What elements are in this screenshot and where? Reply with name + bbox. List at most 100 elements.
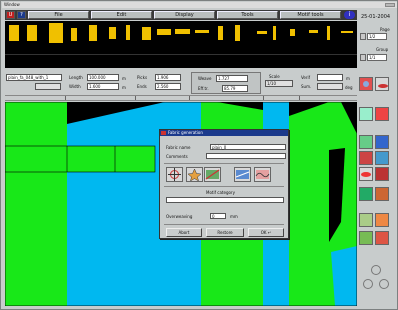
page-field[interactable]: 1/2 (367, 33, 387, 40)
motif-block[interactable] (71, 28, 77, 41)
motif-block[interactable] (142, 27, 151, 40)
rotate-icon[interactable] (359, 167, 373, 181)
motif-block[interactable] (175, 29, 190, 34)
group-field[interactable]: 1/1 (367, 54, 387, 61)
motif-block[interactable] (290, 29, 295, 36)
verif-label: Verif (301, 75, 311, 80)
page-label: Page (380, 27, 390, 32)
fabric-generation-dialog: Fabric generation Fabric name plain_0 Co… (159, 129, 289, 239)
length-field[interactable]: 100.000 (87, 74, 119, 81)
enter-arrow-icon: ↵ (267, 230, 272, 235)
picks-field[interactable]: 1.906 (155, 74, 181, 81)
ends-label: Ends (137, 84, 147, 89)
sum-label: Sum. (301, 84, 312, 89)
group-spin-down[interactable] (360, 54, 366, 61)
motif-strip-bottom (5, 54, 357, 68)
motif-block[interactable] (109, 27, 116, 39)
motif-category-field[interactable] (166, 197, 284, 203)
rotate-left-icon[interactable] (363, 279, 373, 289)
motif-block[interactable] (27, 25, 37, 41)
help-question-icon[interactable]: ? (17, 11, 26, 19)
sum-unit: deg (345, 85, 353, 90)
edit-motif-icon[interactable] (359, 77, 373, 91)
dialog-title-bar: Fabric generation (160, 130, 288, 136)
tool-column (357, 71, 397, 307)
motif-block[interactable] (341, 31, 353, 33)
motif-target-icon[interactable] (166, 167, 183, 182)
menu-edit[interactable]: Edit (91, 11, 152, 19)
pan-icon[interactable] (375, 135, 389, 149)
dialog-divider (164, 163, 284, 164)
parameter-bar: plain_fa_048_with_1 Length 100.000 m Wid… (5, 71, 357, 96)
menu-motif-tools[interactable]: Motif tools (280, 11, 341, 19)
motif-block[interactable] (157, 29, 171, 35)
verif-unit: m (346, 76, 350, 81)
tool-button-icon[interactable] (375, 77, 389, 91)
layer-icon[interactable] (375, 187, 389, 201)
rotate-up-icon[interactable] (371, 265, 381, 275)
motif-star-icon[interactable] (186, 167, 203, 182)
name-secondary-field[interactable] (35, 83, 61, 90)
fabric-name-field[interactable]: plain_fa_048_with_1 (6, 74, 62, 81)
window-controls[interactable] (385, 3, 395, 7)
motif-wave-icon[interactable] (254, 167, 271, 182)
copy-icon[interactable] (359, 107, 373, 121)
info-icon[interactable]: i (344, 11, 355, 19)
motif-block[interactable] (257, 31, 267, 34)
menu-tools[interactable]: Tools (217, 11, 278, 19)
menu-file[interactable]: File (28, 11, 89, 19)
zoom-icon[interactable] (359, 135, 373, 149)
length-label: Length (69, 75, 83, 80)
eff-label: Eff.tr. (198, 86, 209, 91)
scale-label: Scale (269, 74, 280, 79)
pattern-icon[interactable] (375, 151, 389, 165)
settings-icon[interactable] (359, 231, 373, 245)
export-icon[interactable] (375, 213, 389, 227)
cut-icon[interactable] (375, 107, 389, 121)
motif-block[interactable] (126, 25, 130, 40)
ok-button[interactable]: OK ↵ (248, 228, 284, 237)
date-display: 25-01-2004 (361, 14, 391, 20)
ends-field[interactable]: 2.560 (155, 83, 181, 90)
overweaving-unit: mm (230, 214, 238, 219)
dialog-divider (164, 186, 284, 187)
motif-block[interactable] (49, 23, 63, 43)
dialog-fabric-name-input[interactable]: plain_0 (210, 144, 286, 150)
weave-label: Weave (198, 76, 212, 81)
motif-block[interactable] (273, 26, 276, 40)
window-title: Window (4, 2, 20, 7)
sum-field[interactable] (317, 83, 343, 90)
repeat-icon[interactable] (359, 187, 373, 201)
restore-button[interactable]: Restore (206, 228, 244, 237)
comments-label: Comments (166, 154, 188, 159)
page-group-panel: Page 1/2 Group 1/1 (358, 27, 396, 69)
eff-field[interactable]: 85.79 (222, 85, 248, 92)
motif-block[interactable] (89, 25, 97, 41)
weave-field[interactable]: 1.727 (216, 75, 248, 82)
page-spin-down[interactable] (360, 33, 366, 40)
width-field[interactable]: 1.600 (87, 83, 119, 90)
rotate-right-icon[interactable] (379, 279, 389, 289)
grid-icon[interactable] (359, 213, 373, 227)
color-icon[interactable] (359, 151, 373, 165)
print-icon[interactable] (375, 231, 389, 245)
menu-display[interactable]: Display (154, 11, 215, 19)
motif-block[interactable] (235, 25, 240, 41)
motif-pattern-icon[interactable] (204, 167, 221, 182)
abort-button[interactable]: Abort (166, 228, 202, 237)
overweaving-input[interactable]: 0 (210, 213, 226, 219)
scale-field[interactable]: 1/10 (265, 80, 293, 87)
motif-block[interactable] (327, 26, 330, 40)
motif-lines-icon[interactable] (234, 167, 251, 182)
app-icon[interactable]: U (6, 11, 15, 19)
group-label: Group (376, 47, 389, 52)
mirror-icon[interactable] (375, 167, 389, 181)
motif-block[interactable] (195, 30, 209, 33)
menu-bar: U ? File Edit Display Tools Motif tools … (5, 10, 357, 20)
motif-strip[interactable] (5, 21, 357, 68)
comments-input[interactable] (206, 153, 286, 159)
motif-block[interactable] (309, 30, 318, 33)
verif-field[interactable] (317, 74, 343, 81)
motif-block[interactable] (9, 25, 19, 41)
motif-block[interactable] (218, 26, 223, 40)
